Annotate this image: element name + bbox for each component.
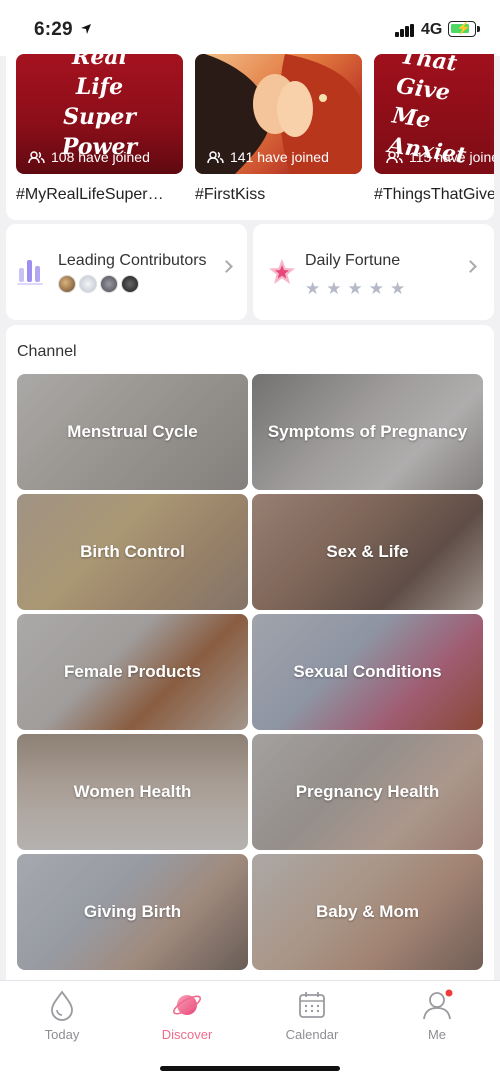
star-icon: ★ xyxy=(305,279,321,298)
channel-tile-sexual-conditions[interactable]: Sexual Conditions xyxy=(252,614,483,730)
channel-tile-female-products[interactable]: Female Products xyxy=(17,614,248,730)
tab-me[interactable]: Me xyxy=(387,989,487,1042)
channel-tile-label: Pregnancy Health xyxy=(295,782,440,801)
people-icon xyxy=(207,150,224,163)
joined-count: 141 have joined xyxy=(207,149,329,165)
topic-hashtag[interactable]: #ThingsThatGive xyxy=(374,186,494,204)
topic-hashtag[interactable]: #MyRealLifeSuper… xyxy=(16,186,176,204)
channel-tile-birth-control[interactable]: Birth Control xyxy=(17,494,248,610)
chevron-right-icon xyxy=(464,260,477,273)
avatar xyxy=(79,275,97,293)
tab-label: Today xyxy=(44,1027,80,1042)
avatar xyxy=(121,275,139,293)
people-icon xyxy=(386,150,403,163)
topics-carousel[interactable]: Real Life Super Power 108 have joined #M… xyxy=(6,50,494,220)
bar-chart-icon xyxy=(17,260,43,285)
people-icon xyxy=(28,150,45,163)
notification-dot-icon xyxy=(445,989,453,997)
star-icon: ★ xyxy=(368,279,384,298)
topic-thumbnail: That Give Me Anxiet 115 have joined xyxy=(374,54,494,174)
channel-tile-label: Baby & Mom xyxy=(316,902,419,921)
location-arrow-icon xyxy=(81,24,91,34)
drop-icon xyxy=(51,990,73,1021)
channel-tile-giving-birth[interactable]: Giving Birth xyxy=(17,854,248,970)
tab-label: Discover xyxy=(161,1027,213,1042)
tab-label: Me xyxy=(427,1027,447,1042)
channel-tile-label: Women Health xyxy=(73,782,192,801)
channel-tile-label: Menstrual Cycle xyxy=(67,422,198,441)
channel-tile-sex-and-life[interactable]: Sex & Life xyxy=(252,494,483,610)
network-type: 4G xyxy=(421,21,443,38)
avatar xyxy=(100,275,118,293)
tab-calendar[interactable]: Calendar xyxy=(262,989,362,1042)
avatar xyxy=(58,275,76,293)
channel-tile-label: Sex & Life xyxy=(326,542,409,561)
topic-card[interactable]: 141 have joined #FirstKiss xyxy=(195,54,362,204)
channel-section: Channel Menstrual Cycle Symptoms of Preg… xyxy=(6,325,494,980)
star-icon: ★ xyxy=(326,279,342,298)
channel-tile-label: Sexual Conditions xyxy=(293,662,442,681)
fortune-star-icon xyxy=(269,259,295,284)
status-time: 6:29 xyxy=(34,19,73,40)
person-icon xyxy=(423,989,453,1020)
thumbnail-lettering: Real Life Super Power xyxy=(61,54,138,160)
channel-tile-pregnancy-health[interactable]: Pregnancy Health xyxy=(252,734,483,850)
leading-contributors-card[interactable]: Leading Contributors xyxy=(6,224,247,320)
tab-today[interactable]: Today xyxy=(12,989,112,1042)
topic-thumbnail: 141 have joined xyxy=(195,54,362,174)
channel-tile-baby-and-mom[interactable]: Baby & Mom xyxy=(252,854,483,970)
channel-tile-label: Giving Birth xyxy=(83,902,182,921)
home-indicator xyxy=(160,1066,340,1071)
joined-count: 108 have joined xyxy=(28,149,150,165)
channel-tile-label: Female Products xyxy=(64,662,201,681)
daily-fortune-title: Daily Fortune xyxy=(305,252,401,269)
channel-tile-label: Birth Control xyxy=(80,542,185,561)
contributor-avatars xyxy=(58,275,139,293)
channel-tile-women-health[interactable]: Women Health xyxy=(17,734,248,850)
chevron-right-icon xyxy=(220,260,233,273)
daily-fortune-card[interactable]: Daily Fortune ★ ★ ★ ★ ★ xyxy=(253,224,494,320)
cellular-signal-icon xyxy=(395,24,415,37)
tab-discover[interactable]: Discover xyxy=(137,989,237,1042)
calendar-icon xyxy=(299,992,325,1018)
channel-tile-label: Symptoms of Pregnancy xyxy=(267,422,468,441)
channel-title: Channel xyxy=(17,343,77,360)
joined-count: 115 have joined xyxy=(386,149,494,165)
leading-contributors-title: Leading Contributors xyxy=(58,252,207,269)
battery-icon: ⚡ xyxy=(448,21,480,37)
topic-card[interactable]: That Give Me Anxiet 115 have joined #Thi… xyxy=(374,54,494,204)
planet-icon xyxy=(172,995,202,1015)
channel-tile-symptoms-of-pregnancy[interactable]: Symptoms of Pregnancy xyxy=(252,374,483,490)
tab-label: Calendar xyxy=(285,1027,339,1042)
star-icon: ★ xyxy=(390,279,406,298)
fortune-rating: ★ ★ ★ ★ ★ xyxy=(305,279,405,299)
topic-hashtag[interactable]: #FirstKiss xyxy=(195,186,355,204)
channel-tile-menstrual-cycle[interactable]: Menstrual Cycle xyxy=(17,374,248,490)
star-icon: ★ xyxy=(347,279,363,298)
topic-thumbnail: Real Life Super Power 108 have joined xyxy=(16,54,183,174)
status-bar: 6:29 4G ⚡ xyxy=(0,0,500,56)
topic-card[interactable]: Real Life Super Power 108 have joined #M… xyxy=(16,54,183,204)
